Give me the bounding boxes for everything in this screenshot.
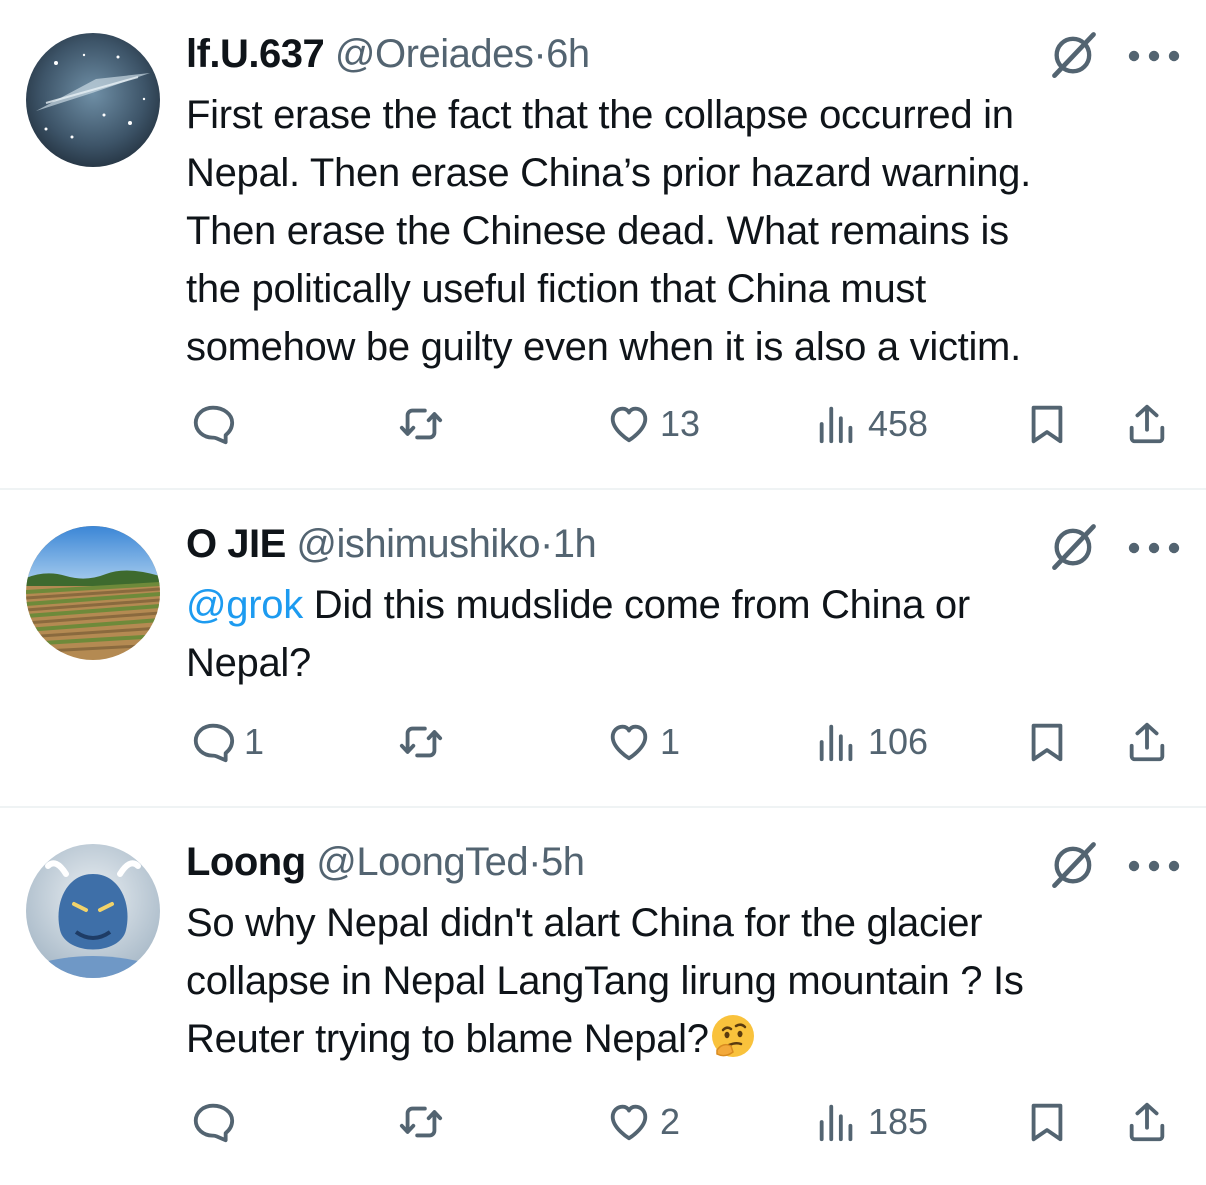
text-segment: Did this mudslide come from China or [302, 583, 970, 627]
share-icon [1124, 401, 1170, 447]
like-icon [606, 401, 652, 447]
repost-button[interactable] [398, 394, 452, 454]
bookmark-icon [1024, 401, 1070, 447]
tweet-header: lf.U.637 @Oreiades·6h [186, 30, 590, 78]
like-count: 1 [660, 721, 681, 762]
more-icon[interactable] [1128, 538, 1180, 558]
user-handle[interactable]: @ishimushiko [296, 522, 540, 566]
view-count: 185 [868, 1101, 929, 1142]
share-button[interactable] [1124, 712, 1170, 772]
bookmark-button[interactable] [1024, 712, 1070, 772]
text-line: @grok Did this mudslide come from China … [186, 576, 1176, 634]
share-icon [1124, 719, 1170, 765]
like-button[interactable]: 1 [606, 712, 680, 772]
more-icon[interactable] [1128, 856, 1180, 876]
tweet[interactable]: Loong @LoongTed·5h So why Nepal didn't a… [0, 808, 1206, 1185]
repost-button[interactable] [398, 1092, 452, 1152]
timestamp[interactable]: 6h [546, 32, 590, 76]
action-bar: 13 458 [0, 394, 1206, 454]
grok-icon[interactable] [1048, 838, 1100, 890]
thinking-face-emoji-icon [711, 1015, 754, 1057]
like-button[interactable]: 13 [606, 394, 700, 454]
text-line: Reuter trying to blame Nepal? [186, 1010, 1176, 1068]
reply-button[interactable]: 1 [190, 712, 264, 772]
views-button[interactable]: 458 [814, 394, 928, 454]
repost-button[interactable] [398, 712, 452, 772]
bookmark-icon [1024, 719, 1070, 765]
views-button[interactable]: 106 [814, 712, 928, 772]
views-button[interactable]: 185 [814, 1092, 928, 1152]
text-line: the politically useful fiction that Chin… [186, 267, 926, 311]
user-handle[interactable]: @LoongTed [316, 840, 528, 884]
share-icon [1124, 1099, 1170, 1145]
share-button[interactable] [1124, 1092, 1170, 1152]
like-button[interactable]: 2 [606, 1092, 680, 1152]
views-icon [814, 719, 860, 765]
view-count: 106 [868, 721, 929, 762]
like-icon [606, 1099, 652, 1145]
like-count: 2 [660, 1101, 681, 1142]
reply-icon [190, 1099, 236, 1145]
text-line: Nepal? [186, 641, 311, 685]
avatar[interactable] [26, 526, 160, 660]
separator: · [528, 840, 541, 884]
repost-icon [398, 401, 444, 447]
action-bar: 1 1 106 [0, 712, 1206, 772]
reply-button[interactable] [190, 394, 244, 454]
user-handle[interactable]: @Oreiades [335, 32, 534, 76]
tweet-text: So why Nepal didn't alart China for the … [186, 894, 1176, 1068]
timestamp[interactable]: 1h [553, 522, 597, 566]
display-name[interactable]: lf.U.637 [186, 32, 325, 76]
text-line: Nepal. Then erase China’s prior hazard w… [186, 151, 1031, 195]
reply-icon [190, 401, 236, 447]
repost-icon [398, 719, 444, 765]
avatar[interactable] [26, 844, 160, 978]
tweet[interactable]: O JIE @ishimushiko·1h @grok Did this mud… [0, 490, 1206, 806]
grok-icon[interactable] [1048, 520, 1100, 572]
reply-icon [190, 719, 236, 765]
action-bar: 2 185 [0, 1092, 1206, 1152]
like-icon [606, 719, 652, 765]
text-line: collapse in Nepal LangTang lirung mounta… [186, 959, 1024, 1003]
views-icon [814, 401, 860, 447]
mention-link[interactable]: @grok [186, 583, 303, 627]
reply-button[interactable] [190, 1092, 244, 1152]
text-line: Then erase the Chinese dead. What remain… [186, 209, 1009, 253]
text-line: somehow be guilty even when it is also a… [186, 325, 1021, 369]
tweet[interactable]: lf.U.637 @Oreiades·6h First erase the fa… [0, 0, 1206, 488]
more-icon[interactable] [1128, 46, 1180, 66]
tweet-text: First erase the fact that the collapse o… [186, 86, 1176, 376]
separator: · [533, 32, 547, 76]
timestamp[interactable]: 5h [541, 840, 585, 884]
text-line: So why Nepal didn't alart China for the … [186, 901, 983, 945]
avatar[interactable] [26, 33, 160, 167]
text-segment: Reuter trying to blame Nepal? [186, 1017, 709, 1061]
text-line: First erase the fact that the collapse o… [186, 93, 1014, 137]
tweet-text: @grok Did this mudslide come from China … [186, 576, 1176, 692]
repost-icon [398, 1099, 444, 1145]
bookmark-icon [1024, 1099, 1070, 1145]
views-icon [814, 1099, 860, 1145]
grok-icon[interactable] [1048, 28, 1100, 80]
share-button[interactable] [1124, 394, 1170, 454]
view-count: 458 [868, 403, 929, 444]
bookmark-button[interactable] [1024, 394, 1070, 454]
like-count: 13 [660, 403, 701, 444]
tweet-header: Loong @LoongTed·5h [186, 838, 585, 886]
display-name[interactable]: Loong [186, 840, 306, 884]
bookmark-button[interactable] [1024, 1092, 1070, 1152]
display-name[interactable]: O JIE [186, 522, 286, 566]
tweet-header: O JIE @ishimushiko·1h [186, 520, 597, 568]
separator: · [539, 522, 553, 566]
reply-count: 1 [244, 721, 265, 762]
